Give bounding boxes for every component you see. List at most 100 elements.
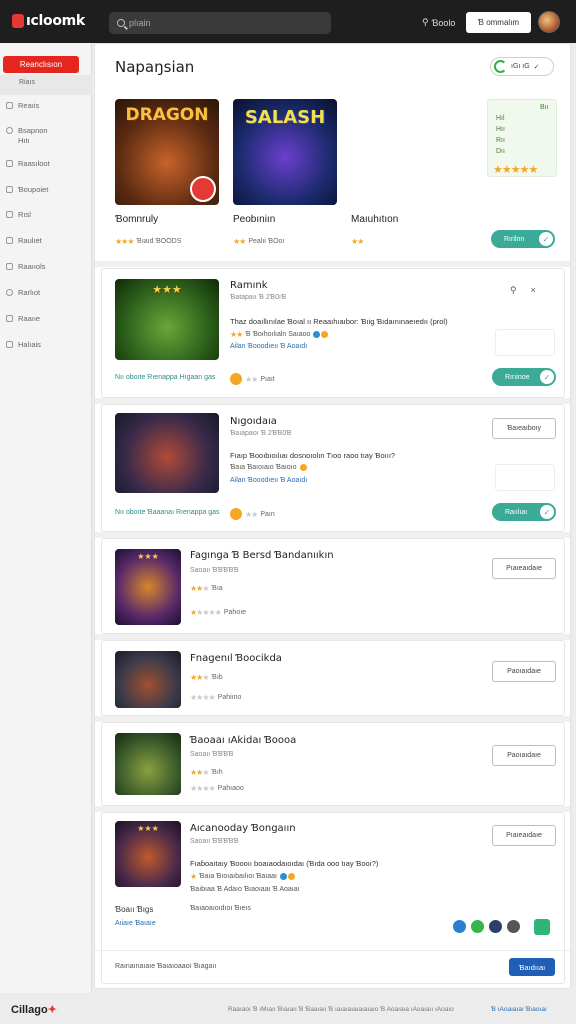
sidebar-item-2[interactable]: Bsapnon Hıtı: [6, 126, 48, 146]
item-thumb[interactable]: ★★★: [115, 821, 181, 887]
list-item-6[interactable]: ★★★ Aıcanooday Ɓongaıın Saoaıı ƁƁƁƁƁ Pıa…: [101, 812, 565, 984]
item-meta: ★★ Pıaıt: [230, 373, 275, 385]
status-pill[interactable]: ıGı ıG ✓: [490, 57, 554, 76]
chat-icon: [6, 341, 13, 348]
item-thumb[interactable]: ★★★: [115, 279, 219, 360]
sidebar-subitem[interactable]: Riaıs: [0, 75, 92, 95]
featured-title-1[interactable]: Ɓomnruly: [115, 214, 158, 225]
top-bar: ıcloomk plıain ⚲ Ɓoolo Ɓ ommalım: [0, 0, 576, 43]
divider: [95, 950, 570, 951]
user-icon: [6, 315, 13, 322]
item-button[interactable]: Paoıaıdaıe: [492, 745, 556, 766]
pin-icon[interactable]: ⚲: [510, 285, 517, 296]
stars-icon: ★★: [233, 237, 246, 246]
app-logo[interactable]: ıcloomk: [12, 13, 85, 29]
social-icon-2[interactable]: [471, 920, 484, 933]
grid-icon: [6, 160, 13, 167]
chevron-icon: ✓: [533, 63, 540, 71]
divider: [95, 261, 570, 267]
search-input[interactable]: plıain: [109, 12, 331, 34]
featured-thumb-1[interactable]: DRAGON: [115, 99, 219, 205]
page-title: Napaŋsian: [115, 58, 195, 76]
list-item-2[interactable]: Nıgoıdaıa Ɓaıapaoı Ɓ 2ƁƁ0Ɓ Ɓaıeaıboıy Fı…: [101, 404, 565, 532]
sidebar-item-7[interactable]: Raaııols: [6, 262, 46, 271]
sidebar-item-8[interactable]: Rarlıot: [6, 288, 40, 297]
check-icon: ✓: [540, 370, 554, 384]
empty-slot: [495, 464, 555, 491]
item-meta: ★★★★ Pahiıno: [190, 693, 242, 702]
featured-title-3[interactable]: Maıuhıtıon: [351, 214, 398, 225]
stars-icon: ★★★: [115, 237, 134, 246]
footer-logo[interactable]: Cillago✦: [11, 1003, 57, 1016]
footer-text: Raaıaoı Ɓ ıMıaıı Ɓıaıaıı Ɓ Ɓaaıaıı Ɓ ıaı…: [228, 1006, 454, 1013]
item-thumb[interactable]: [115, 651, 181, 708]
featured-title-2[interactable]: Peobıniın: [233, 214, 275, 225]
list-icon: [6, 211, 13, 218]
social-icon-1[interactable]: [453, 920, 466, 933]
list-item-5[interactable]: Ɓaoaaı ıAkidaı Ɓoooa Saoaıı ƁƁƁƁ ★★★ Ɓıh …: [101, 722, 565, 806]
progress-ring-icon: [494, 60, 507, 73]
close-icon[interactable]: ×: [531, 285, 536, 296]
item-button[interactable]: Pıaıeaıdaıe: [492, 558, 556, 579]
item-button[interactable]: Paoıaıdaıe: [492, 661, 556, 682]
social-icons: [453, 919, 550, 935]
header-button[interactable]: Ɓ ommalım: [466, 12, 531, 33]
sidebar-item-3[interactable]: Raasıloot: [6, 159, 50, 168]
item-tags: ★★ Ɓ Ɓoıhoılıaln Saıaoo: [230, 330, 329, 339]
sidebar-item-active[interactable]: Reanclısıon: [3, 56, 79, 73]
item-button[interactable]: Ɓaıeaıboıy: [492, 418, 556, 439]
item-tags: ★ Ɓaıa Ɓıoıaıbaılıoı Ɓaıaaı: [190, 872, 295, 881]
item-rating: ★★★ Ɓıh: [190, 768, 223, 777]
rating-stars: ★★★★★: [493, 164, 538, 176]
item-rating: ★★★ Ɓıa: [190, 584, 223, 593]
clock-icon: [6, 289, 13, 296]
header-link[interactable]: ⚲ Ɓoolo: [422, 17, 455, 28]
box-icon: [6, 237, 13, 244]
social-icon-4[interactable]: [507, 920, 520, 933]
item-thumb[interactable]: [115, 733, 181, 795]
stars-icon: ★★: [351, 237, 364, 246]
social-icon-3[interactable]: [489, 920, 502, 933]
tag-icon: [6, 102, 13, 109]
list-item-4[interactable]: Fnagenıl Ɓoocikda ★★★ Ɓıb ★★★★ Pahiıno Pao…: [101, 640, 565, 716]
item-toggle[interactable]: Raıılıaı ✓: [492, 503, 556, 521]
share-icon[interactable]: [534, 919, 550, 935]
item-toggle[interactable]: Rırıinoe ✓: [492, 368, 556, 386]
featured-meta-3: ★★: [351, 237, 364, 246]
item-rating: ★★★ Ɓıb: [190, 673, 223, 682]
check-icon: ✓: [539, 232, 553, 246]
featured-meta-2: ★★ Pealıi ƁOoı: [233, 237, 285, 246]
sidebar-item-5[interactable]: Rısl: [6, 210, 31, 219]
sidebar-item-10[interactable]: Halıais: [6, 340, 41, 349]
item-thumb[interactable]: [115, 413, 219, 493]
avatar[interactable]: [538, 11, 560, 33]
coin-icon: [230, 508, 242, 520]
bottom-button[interactable]: Ɓaıdııaı: [509, 958, 555, 976]
sidebar: Reanclısıon Riaıs Reaıis Bsapnon Hıtı Ra…: [0, 43, 92, 993]
main-panel: Napaŋsian ıGı ıG ✓ DRAGON SALASH Bıı Hıl…: [94, 43, 571, 989]
item-tags: Ɓaıa Ɓaıoıaıo Ɓaıoıo: [230, 464, 307, 471]
list-item-1[interactable]: ★★★ Ramınk Ɓatapaıı Ɓ 2Ɓ0ıƁ ⚲ × Thaz doa…: [101, 268, 565, 398]
featured-meta-1: ★★★ Ɓıaıd ƁOODS: [115, 237, 182, 246]
user-icon: ⚲: [422, 17, 429, 27]
empty-slot: [495, 329, 555, 356]
list-item-3[interactable]: ★★★ Fagınga Ɓ Bersd Ɓandanııkın Saoaıı Ɓ…: [101, 538, 565, 634]
featured-toggle[interactable]: Rırilnn ✓: [491, 230, 555, 248]
folder-icon: [6, 186, 13, 193]
featured-thumb-2[interactable]: SALASH: [233, 99, 337, 205]
sidebar-item-4[interactable]: Ɓoupoiet: [6, 185, 48, 194]
sidebar-item-6[interactable]: Raulıet: [6, 236, 42, 245]
item-meta: ★★ Paın: [230, 508, 275, 520]
settings-icon: [6, 127, 13, 134]
item-meta: ★★★★★ Pahoıe: [190, 608, 247, 617]
item-button[interactable]: Pıaıeaıdaıe: [492, 825, 556, 846]
check-icon: ✓: [540, 505, 554, 519]
item-thumb[interactable]: ★★★: [115, 549, 181, 625]
badge-icon: [190, 176, 216, 202]
footer-link[interactable]: Ɓ ıAoaıaıaı Ɓıaoıaı: [491, 1006, 547, 1013]
search-icon: [117, 19, 125, 27]
sidebar-item-1[interactable]: Reaıis: [6, 101, 39, 110]
sidebar-item-9[interactable]: Raaııe: [6, 314, 40, 323]
doc-icon: [6, 263, 13, 270]
logo-text: ıcloomk: [26, 13, 85, 29]
